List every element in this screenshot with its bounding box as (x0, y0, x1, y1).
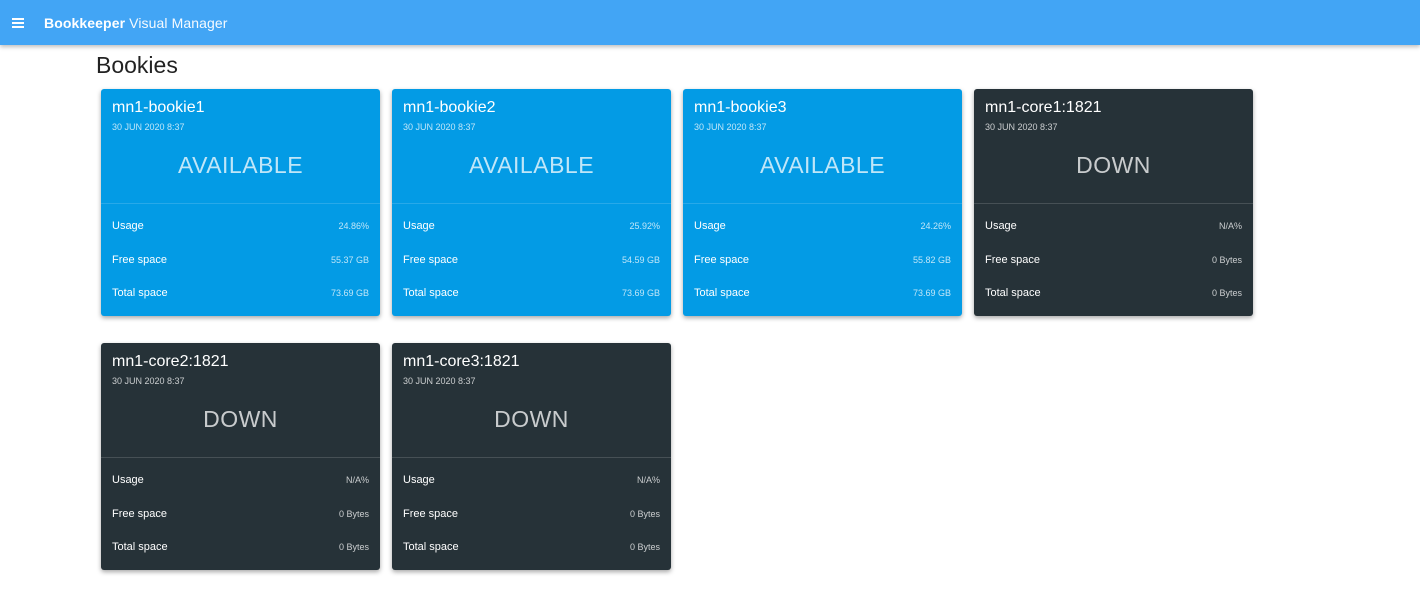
app-title-bold: Bookkeeper (44, 14, 126, 31)
bookie-status: AVAILABLE (177, 152, 304, 178)
bookie-name: mn1-bookie2 (403, 99, 496, 116)
card-divider (683, 203, 962, 204)
usage-label: Usage (112, 220, 144, 232)
bookie-status: DOWN (203, 406, 278, 432)
total-space-label: Total space (112, 287, 168, 299)
usage-row: Usage N/A% (112, 472, 369, 488)
total-space-row: Total space 0 Bytes (985, 285, 1242, 301)
usage-row: Usage N/A% (985, 218, 1242, 234)
total-space-label: Total space (403, 287, 459, 299)
card-divider (974, 203, 1253, 204)
free-space-value: 54.59 GB (621, 255, 660, 265)
bookie-grid: mn1-bookie1 30 JUN 2020 8:37 AVAILABLE U… (101, 89, 1261, 570)
usage-value: 24.86% (338, 221, 369, 231)
bookie-date: 30 JUN 2020 8:37 (694, 122, 767, 132)
bookie-status: DOWN (1076, 152, 1151, 178)
free-space-row: Free space 0 Bytes (985, 252, 1242, 268)
free-space-label: Free space (403, 254, 459, 266)
usage-row: Usage 25.92% (403, 218, 660, 234)
menu-icon[interactable] (12, 17, 26, 29)
total-space-row: Total space 73.69 GB (694, 285, 951, 301)
bookie-card[interactable]: mn1-core1:1821 30 JUN 2020 8:37 DOWN Usa… (974, 89, 1253, 316)
free-space-value: 55.37 GB (330, 255, 369, 265)
total-space-value: 0 Bytes (1211, 288, 1242, 298)
card-divider (392, 203, 671, 204)
total-space-label: Total space (694, 287, 750, 299)
usage-value: N/A% (345, 475, 369, 485)
usage-label: Usage (112, 474, 144, 486)
bookie-card[interactable]: mn1-core3:1821 30 JUN 2020 8:37 DOWN Usa… (392, 343, 671, 570)
total-space-label: Total space (403, 541, 459, 553)
page-title: Bookies (96, 52, 178, 78)
bookie-name: mn1-bookie3 (694, 99, 787, 116)
bookie-status: AVAILABLE (468, 152, 595, 178)
total-space-value: 73.69 GB (330, 288, 369, 298)
free-space-value: 0 Bytes (1211, 255, 1242, 265)
app-title-rest: Visual Manager (125, 14, 228, 31)
free-space-row: Free space 55.37 GB (112, 252, 369, 268)
total-space-value: 73.69 GB (621, 288, 660, 298)
usage-value: 25.92% (629, 221, 660, 231)
bookie-date: 30 JUN 2020 8:37 (403, 376, 476, 386)
bookie-date: 30 JUN 2020 8:37 (112, 122, 185, 132)
free-space-value: 0 Bytes (338, 509, 369, 519)
usage-label: Usage (985, 220, 1017, 232)
free-space-row: Free space 54.59 GB (403, 252, 660, 268)
total-space-label: Total space (985, 287, 1041, 299)
free-space-row: Free space 55.82 GB (694, 252, 951, 268)
total-space-value: 73.69 GB (912, 288, 951, 298)
bookie-status: AVAILABLE (759, 152, 886, 178)
bookie-card[interactable]: mn1-bookie2 30 JUN 2020 8:37 AVAILABLE U… (392, 89, 671, 316)
card-divider (392, 457, 671, 458)
total-space-row: Total space 73.69 GB (112, 285, 369, 301)
free-space-value: 0 Bytes (629, 509, 660, 519)
bookie-name: mn1-core3:1821 (403, 353, 520, 370)
free-space-value: 55.82 GB (912, 255, 951, 265)
bookie-status: DOWN (494, 406, 569, 432)
bookie-date: 30 JUN 2020 8:37 (985, 122, 1058, 132)
total-space-row: Total space 73.69 GB (403, 285, 660, 301)
total-space-value: 0 Bytes (338, 542, 369, 552)
bookie-date: 30 JUN 2020 8:37 (403, 122, 476, 132)
total-space-label: Total space (112, 541, 168, 553)
usage-value: N/A% (1218, 221, 1242, 231)
bookie-card[interactable]: mn1-core2:1821 30 JUN 2020 8:37 DOWN Usa… (101, 343, 380, 570)
total-space-row: Total space 0 Bytes (112, 539, 369, 555)
usage-row: Usage N/A% (403, 472, 660, 488)
usage-label: Usage (403, 220, 435, 232)
usage-label: Usage (694, 220, 726, 232)
card-divider (101, 457, 380, 458)
free-space-label: Free space (694, 254, 750, 266)
bookie-name: mn1-bookie1 (112, 99, 205, 116)
bookie-card[interactable]: mn1-bookie1 30 JUN 2020 8:37 AVAILABLE U… (101, 89, 380, 316)
card-divider (101, 203, 380, 204)
bookie-name: mn1-core1:1821 (985, 99, 1102, 116)
app-bar: Bookkeeper Visual Manager (0, 0, 1420, 45)
total-space-row: Total space 0 Bytes (403, 539, 660, 555)
free-space-label: Free space (403, 508, 459, 520)
bookie-card[interactable]: mn1-bookie3 30 JUN 2020 8:37 AVAILABLE U… (683, 89, 962, 316)
free-space-row: Free space 0 Bytes (112, 506, 369, 522)
usage-value: N/A% (636, 475, 660, 485)
total-space-value: 0 Bytes (629, 542, 660, 552)
free-space-label: Free space (112, 254, 168, 266)
app-title: Bookkeeper Visual Manager (44, 15, 228, 31)
usage-value: 24.26% (920, 221, 951, 231)
free-space-label: Free space (985, 254, 1041, 266)
usage-row: Usage 24.26% (694, 218, 951, 234)
usage-label: Usage (403, 474, 435, 486)
bookie-name: mn1-core2:1821 (112, 353, 229, 370)
usage-row: Usage 24.86% (112, 218, 369, 234)
bookie-date: 30 JUN 2020 8:37 (112, 376, 185, 386)
free-space-label: Free space (112, 508, 168, 520)
free-space-row: Free space 0 Bytes (403, 506, 660, 522)
